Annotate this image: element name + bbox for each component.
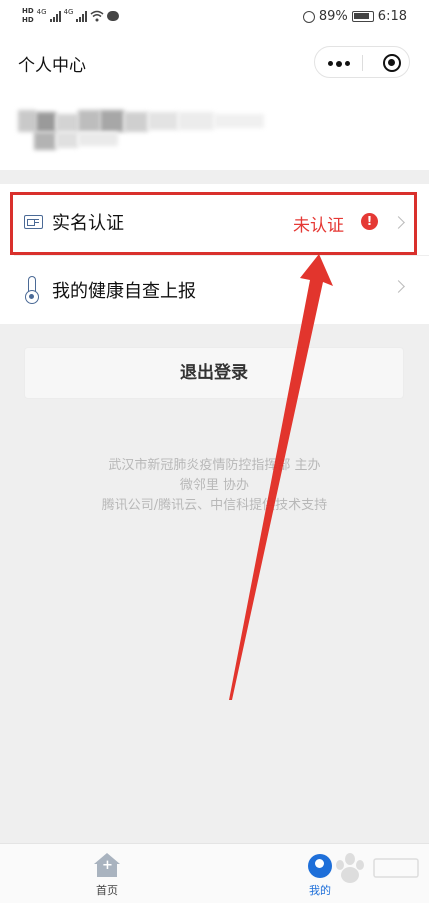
clock-time: 6:18 bbox=[377, 9, 407, 24]
signal-icon-2 bbox=[76, 10, 88, 22]
auth-status-text: 未认证 bbox=[293, 216, 344, 236]
page-title: 个人中心 bbox=[18, 56, 86, 76]
thermometer-bulb bbox=[25, 290, 39, 304]
capsule-divider bbox=[362, 55, 363, 71]
close-mini-program-icon[interactable] bbox=[383, 54, 401, 72]
alert-icon: ! bbox=[361, 213, 378, 230]
list-item-label: 实名认证 bbox=[52, 213, 124, 234]
hd-indicator: HD HD bbox=[22, 7, 34, 25]
battery-icon bbox=[351, 11, 374, 22]
tab-home[interactable]: + 首页 bbox=[47, 844, 167, 903]
signal-icon bbox=[49, 10, 61, 22]
status-bar-right: 89% 6:18 bbox=[302, 9, 407, 24]
credits-line-1: 武汉市新冠肺炎疫情防控指挥部 主办 bbox=[108, 458, 321, 473]
hd-label-2: HD bbox=[22, 16, 34, 24]
wifi-icon bbox=[90, 10, 104, 22]
list-item-health-report[interactable]: 我的健康自查上报 bbox=[0, 256, 429, 324]
chevron-right-icon bbox=[392, 216, 405, 229]
logout-button[interactable]: 退出登录 bbox=[24, 347, 404, 399]
user-icon bbox=[308, 854, 332, 878]
tab-home-label: 首页 bbox=[96, 884, 118, 897]
settings-list: 实名认证 未认证 ! 我的健康自查上报 bbox=[0, 184, 429, 324]
hd-label-1: HD bbox=[22, 7, 34, 15]
footer-credits: 武汉市新冠肺炎疫情防控指挥部 主办 微邻里 协办 腾讯公司/腾讯云、中信科提供技… bbox=[0, 456, 429, 516]
network-type-1: 4G bbox=[36, 8, 47, 16]
nav-bar: 个人中心 bbox=[0, 36, 429, 90]
status-bar-left: HD HD 4G 4G bbox=[22, 7, 120, 25]
mini-program-capsule bbox=[314, 46, 410, 78]
blurred-user-name bbox=[14, 106, 284, 154]
message-notification-icon bbox=[107, 11, 120, 21]
more-options-icon[interactable] bbox=[328, 60, 350, 67]
home-icon: + bbox=[94, 853, 120, 877]
profile-header bbox=[0, 90, 429, 170]
list-item-real-name-auth[interactable]: 实名认证 未认证 ! bbox=[0, 188, 429, 256]
id-card-icon bbox=[24, 215, 43, 229]
list-item-label: 我的健康自查上报 bbox=[52, 281, 196, 302]
credits-line-2: 微邻里 协办 bbox=[179, 478, 250, 493]
network-type-2: 4G bbox=[63, 8, 74, 16]
chevron-right-icon bbox=[392, 280, 405, 293]
battery-percent: 89% bbox=[318, 9, 348, 24]
status-bar: HD HD 4G 4G 89% 6:18 bbox=[0, 0, 429, 36]
baidu-jingyan-watermark-logo bbox=[336, 853, 419, 883]
alarm-icon bbox=[302, 10, 315, 23]
credits-line-3: 腾讯公司/腾讯云、中信科提供技术支持 bbox=[101, 498, 328, 513]
